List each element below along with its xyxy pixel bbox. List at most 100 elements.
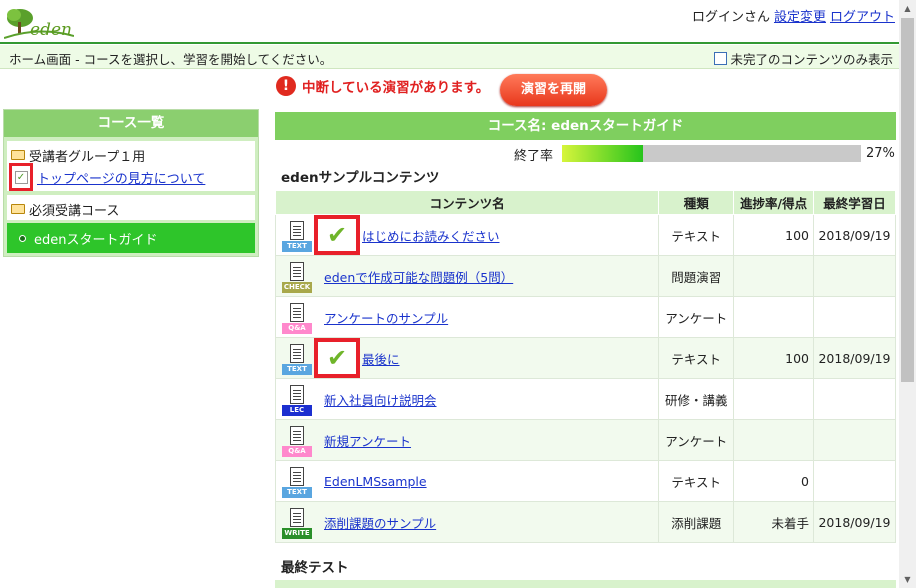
scroll-up-icon[interactable]: ▲ bbox=[899, 0, 916, 17]
cell-name: TEXT ✔ はじめにお読みください bbox=[274, 214, 660, 256]
alert-message: 中断している演習があります。 bbox=[302, 80, 490, 96]
course-item[interactable]: ✓ トップページの見方について bbox=[9, 163, 251, 191]
incomplete-filter-label: 未完了のコンテンツのみ表示 bbox=[730, 52, 893, 67]
status-message: ホーム画面 - コースを選択し、学習を開始してください。 bbox=[9, 52, 333, 67]
table-row: TEXT ✔ 最後に テキスト 100 2018/09/19 bbox=[274, 337, 896, 379]
resume-exercise-button[interactable]: 演習を再開 bbox=[500, 74, 607, 106]
table-row: Q&A アンケートのサンプル アンケート bbox=[274, 296, 896, 338]
course-item-eden-start-guide[interactable]: edenスタートガイド bbox=[7, 223, 255, 253]
table-row: TEXT ✔ はじめにお読みください テキスト 100 2018/09/19 bbox=[274, 214, 896, 256]
course-link-top-page[interactable]: トップページの見方について bbox=[37, 168, 205, 187]
status-bar: ホーム画面 - コースを選択し、学習を開始してください。 未完了のコンテンツのみ… bbox=[0, 45, 899, 69]
folder-icon bbox=[11, 150, 25, 160]
group-header: 受講者グループ１用 bbox=[11, 144, 251, 166]
cell-name: LEC 新入社員向け説明会 bbox=[274, 378, 660, 420]
table-header-row: コンテンツ名 種類 進捗率/得点 最終学習日 bbox=[274, 190, 896, 215]
settings-link[interactable]: 設定変更 bbox=[774, 10, 826, 25]
cell-progress: 未着手 bbox=[733, 501, 814, 543]
cell-progress: 100 bbox=[733, 214, 814, 256]
column-header-progress: 進捗率/得点 bbox=[733, 190, 814, 215]
content-link[interactable]: アンケートのサンプル bbox=[324, 308, 448, 327]
course-list-panel: コース一覧 受講者グループ１用 ✓ トップページの見方について 必須受講コース … bbox=[3, 109, 259, 257]
course-list-title: コース一覧 bbox=[4, 110, 258, 137]
scrollbar[interactable]: ▲ ▼ bbox=[899, 0, 916, 588]
progress-percent: 27% bbox=[866, 146, 895, 161]
cell-date: 2018/09/19 bbox=[813, 337, 896, 379]
highlight-box: ✔ bbox=[314, 215, 360, 255]
cell-date bbox=[813, 255, 896, 297]
content-type-icon: TEXT bbox=[282, 465, 314, 498]
alert-icon: ! bbox=[276, 76, 296, 96]
incomplete-filter[interactable]: 未完了のコンテンツのみ表示 bbox=[714, 49, 893, 68]
course-label: edenスタートガイド bbox=[34, 232, 158, 248]
table-row: WRITE 添削課題のサンプル 添削課題 未着手 2018/09/19 bbox=[274, 501, 896, 543]
cell-type: アンケート bbox=[658, 296, 735, 338]
content-type-icon: LEC bbox=[282, 383, 314, 416]
content-link[interactable]: EdenLMSsample bbox=[324, 474, 427, 489]
content-type-icon: TEXT bbox=[282, 219, 314, 252]
content-link[interactable]: edenで作成可能な問題例（5問） bbox=[324, 267, 513, 286]
cell-name: TEXT EdenLMSsample bbox=[274, 460, 660, 502]
content-link[interactable]: はじめにお読みください bbox=[362, 226, 500, 245]
cell-type: 研修・講義 bbox=[658, 378, 735, 420]
cell-date: 2018/09/19 bbox=[813, 501, 896, 543]
cell-type: 問題演習 bbox=[658, 255, 735, 297]
highlight-box: ✔ bbox=[314, 338, 360, 378]
content-type-icon: CHECK bbox=[282, 260, 314, 293]
cell-date bbox=[813, 460, 896, 502]
cell-date bbox=[813, 419, 896, 461]
cell-date bbox=[813, 296, 896, 338]
content-type-icon: TEXT bbox=[282, 342, 314, 375]
table-row: TEXT EdenLMSsample テキスト 0 bbox=[274, 460, 896, 502]
final-test-table-header bbox=[275, 580, 896, 588]
content-link[interactable]: 添削課題のサンプル bbox=[324, 513, 436, 532]
scroll-down-icon[interactable]: ▼ bbox=[899, 571, 916, 588]
content-type-icon: WRITE bbox=[282, 506, 314, 539]
course-group: 必須受講コース bbox=[7, 195, 255, 220]
content-link[interactable]: 最後に bbox=[362, 349, 400, 368]
progress-label: 終了率 bbox=[514, 149, 554, 164]
scroll-thumb[interactable] bbox=[901, 18, 914, 382]
incomplete-filter-checkbox[interactable] bbox=[714, 52, 728, 65]
check-icon: ✔ bbox=[326, 344, 348, 372]
cell-name: WRITE 添削課題のサンプル bbox=[274, 501, 660, 543]
section-title-contents: edenサンプルコンテンツ bbox=[281, 170, 440, 186]
cell-name: TEXT ✔ 最後に bbox=[274, 337, 660, 379]
highlight-box: ✓ bbox=[9, 163, 33, 191]
content-link[interactable]: 新規アンケート bbox=[324, 431, 411, 450]
check-icon: ✔ bbox=[326, 221, 348, 249]
resume-alert: ! 中断している演習があります。 bbox=[276, 76, 489, 96]
group-label: 必須受講コース bbox=[29, 203, 120, 219]
column-header-date: 最終学習日 bbox=[813, 190, 896, 215]
logout-link[interactable]: ログアウト bbox=[830, 10, 895, 25]
content-type-icon: Q&A bbox=[282, 301, 314, 334]
user-name: ログインさん bbox=[691, 10, 770, 25]
table-row: Q&A 新規アンケート アンケート bbox=[274, 419, 896, 461]
column-header-name: コンテンツ名 bbox=[274, 190, 660, 215]
cell-type: アンケート bbox=[658, 419, 735, 461]
cell-type: 添削課題 bbox=[658, 501, 735, 543]
logo-text: eden bbox=[30, 20, 72, 40]
cell-progress bbox=[733, 419, 814, 461]
group-header: 必須受講コース bbox=[11, 198, 251, 220]
folder-icon bbox=[11, 204, 25, 214]
bullet-icon bbox=[19, 234, 26, 242]
content-link[interactable]: 新入社員向け説明会 bbox=[324, 390, 437, 409]
column-header-type: 種類 bbox=[658, 190, 735, 215]
cell-name: Q&A 新規アンケート bbox=[274, 419, 660, 461]
check-icon: ✓ bbox=[14, 170, 28, 184]
progress-bar bbox=[562, 145, 861, 162]
content-type-icon: Q&A bbox=[282, 424, 314, 457]
header: eden ログインさん 設定変更 ログアウト bbox=[0, 0, 899, 42]
cell-progress: 100 bbox=[733, 337, 814, 379]
cell-progress bbox=[733, 255, 814, 297]
progress-fill bbox=[562, 145, 643, 162]
contents-table: コンテンツ名 種類 進捗率/得点 最終学習日 TEXT ✔ はじめにお読みくださ… bbox=[274, 190, 896, 543]
table-row: CHECK edenで作成可能な問題例（5問） 問題演習 bbox=[274, 255, 896, 297]
cell-type: テキスト bbox=[658, 337, 735, 379]
cell-name: Q&A アンケートのサンプル bbox=[274, 296, 660, 338]
table-row: LEC 新入社員向け説明会 研修・講義 bbox=[274, 378, 896, 420]
cell-progress bbox=[733, 378, 814, 420]
user-area: ログインさん 設定変更 ログアウト bbox=[692, 6, 895, 25]
section-title-final-test: 最終テスト bbox=[281, 560, 349, 576]
